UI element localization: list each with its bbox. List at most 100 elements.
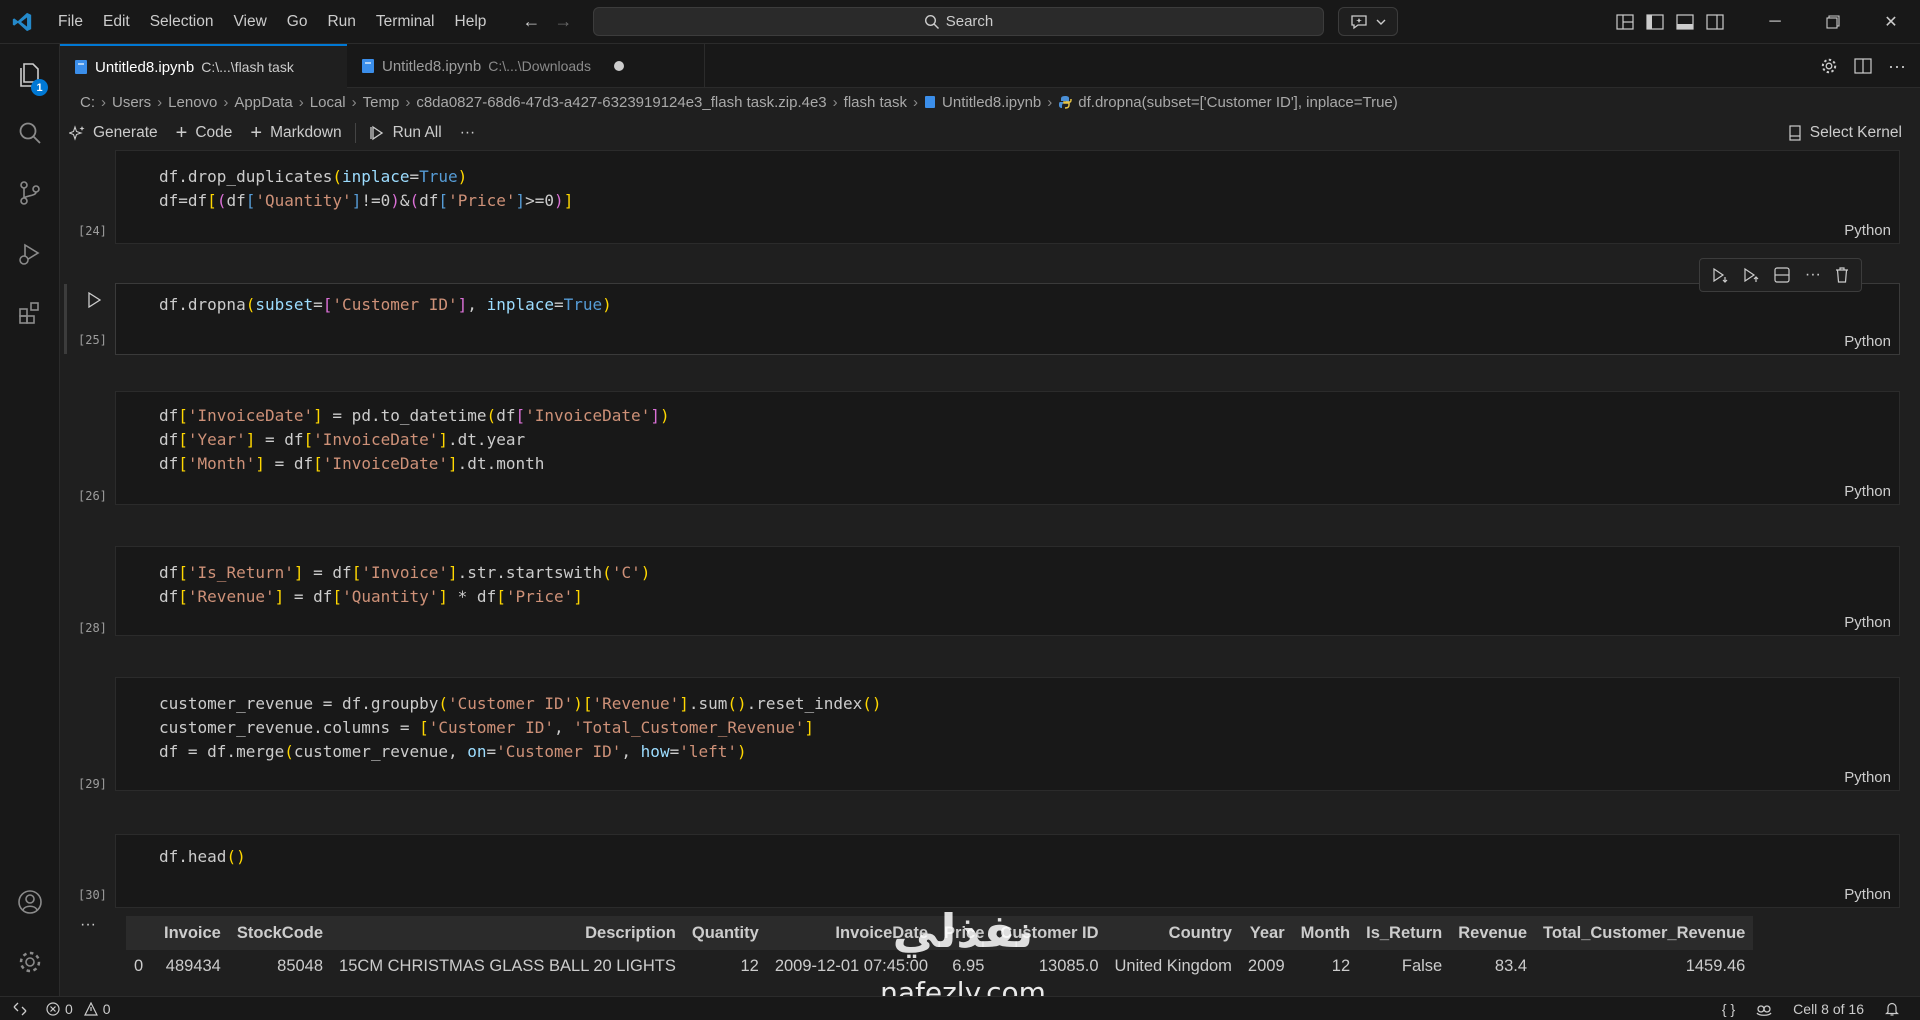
column-header: Year: [1249, 923, 1285, 942]
breadcrumb-item[interactable]: Untitled8.ipynb: [942, 94, 1041, 111]
copilot-status-icon[interactable]: [1755, 1001, 1773, 1017]
split-cell-icon[interactable]: [1773, 266, 1791, 284]
language-braces[interactable]: { }: [1722, 1001, 1735, 1017]
notebook-file-icon: [74, 59, 88, 75]
table-cell: United Kingdom: [1114, 957, 1232, 975]
cell-more-icon[interactable]: ···: [1805, 266, 1821, 284]
vscode-logo-icon: [0, 0, 44, 44]
code-cell[interactable]: df['Is_Return'] = df['Invoice'].str.star…: [115, 546, 1900, 636]
breadcrumb-item[interactable]: Temp: [363, 94, 400, 111]
unsaved-dot-icon[interactable]: [613, 61, 624, 71]
copilot-chat-button[interactable]: [1338, 7, 1398, 36]
menu-go[interactable]: Go: [277, 0, 318, 44]
execute-above-icon[interactable]: [1711, 266, 1729, 284]
breadcrumb-item[interactable]: AppData: [234, 94, 292, 111]
cell-code[interactable]: customer_revenue = df.groupby('Customer …: [159, 692, 882, 764]
customize-layout-icon[interactable]: [1616, 14, 1634, 30]
kernel-flask-icon: [1788, 125, 1802, 141]
cell-position[interactable]: Cell 8 of 16: [1793, 1001, 1864, 1017]
breadcrumb-item[interactable]: Lenovo: [168, 94, 217, 111]
remote-indicator-icon[interactable]: [0, 997, 40, 1020]
cell-language[interactable]: Python: [1844, 222, 1891, 239]
table-header-row: Invoice StockCode Description Quantity I…: [126, 916, 1754, 950]
menu-view[interactable]: View: [223, 0, 276, 44]
chevron-right-icon: ›: [351, 93, 357, 111]
table-cell: 1459.46: [1685, 957, 1746, 975]
cell-code[interactable]: df.dropna(subset=['Customer ID'], inplac…: [159, 293, 612, 317]
cell-language[interactable]: Python: [1844, 614, 1891, 631]
problems-indicator[interactable]: 0 0: [40, 1001, 111, 1017]
run-all-icon: [369, 125, 385, 141]
restore-icon[interactable]: [1804, 0, 1862, 44]
breadcrumb-item[interactable]: c8da0827-68d6-47d3-a427-6323919124e3_fla…: [416, 94, 826, 111]
execute-below-icon[interactable]: [1742, 266, 1760, 284]
menu-terminal[interactable]: Terminal: [366, 0, 445, 44]
code-cell[interactable]: customer_revenue = df.groupby('Customer …: [115, 677, 1900, 791]
breadcrumb-item[interactable]: Users: [112, 94, 151, 111]
cell-language[interactable]: Python: [1844, 769, 1891, 786]
column-header: Is_Return: [1366, 923, 1443, 942]
notebook-file-icon: [361, 58, 375, 74]
search-view-icon[interactable]: [0, 105, 60, 161]
run-and-debug-icon[interactable]: [0, 225, 60, 281]
cell-language[interactable]: Python: [1844, 483, 1891, 500]
command-center-search[interactable]: Search: [593, 7, 1324, 36]
chevron-right-icon: ›: [223, 93, 229, 111]
breadcrumb-item[interactable]: df.dropna(subset=['Customer ID'], inplac…: [1078, 94, 1398, 111]
forward-arrow-icon[interactable]: →: [554, 11, 572, 32]
close-icon[interactable]: ✕: [1862, 0, 1920, 44]
cell-toolbar: ···: [1699, 258, 1862, 292]
add-markdown-cell-button[interactable]: + Markdown: [241, 122, 350, 145]
notebook-settings-gear-icon[interactable]: [1820, 57, 1838, 75]
tab-untitled8-flash-task[interactable]: Untitled8.ipynb C:\...\flash task: [60, 44, 347, 88]
breadcrumb-item[interactable]: flash task: [844, 94, 907, 111]
select-kernel-button[interactable]: Select Kernel: [1788, 118, 1902, 148]
extensions-icon[interactable]: [0, 285, 60, 341]
more-actions-icon[interactable]: ···: [1888, 56, 1906, 77]
error-icon: [46, 1001, 60, 1016]
breadcrumb-item[interactable]: Local: [310, 94, 346, 111]
toggle-secondary-sidebar-icon[interactable]: [1706, 14, 1724, 30]
run-cell-play-icon[interactable]: [84, 290, 104, 310]
split-editor-icon[interactable]: [1854, 57, 1872, 75]
cell-code[interactable]: df.drop_duplicates(inplace=True) df=df[(…: [159, 165, 573, 213]
toggle-panel-icon[interactable]: [1676, 14, 1694, 30]
add-code-cell-button[interactable]: + Code: [167, 122, 242, 145]
minimize-icon[interactable]: ─: [1746, 0, 1804, 44]
table-cell: 13085.0: [1038, 957, 1099, 975]
chevron-right-icon: ›: [101, 93, 106, 111]
output-more-icon[interactable]: ···: [80, 916, 96, 934]
chevron-right-icon: ›: [832, 93, 838, 111]
cell-code[interactable]: df.head(): [159, 845, 246, 869]
menu-edit[interactable]: Edit: [93, 0, 140, 44]
back-arrow-icon[interactable]: ←: [522, 11, 540, 32]
account-icon[interactable]: [0, 874, 60, 930]
code-cell[interactable]: df['InvoiceDate'] = pd.to_datetime(df['I…: [115, 391, 1900, 505]
menu-selection[interactable]: Selection: [140, 0, 224, 44]
warning-icon: [83, 1001, 98, 1016]
cell-language[interactable]: Python: [1844, 333, 1891, 350]
editor-actions: ···: [1820, 44, 1906, 88]
copilot-icon: [1350, 14, 1368, 30]
menu-help[interactable]: Help: [445, 0, 497, 44]
breadcrumb-item[interactable]: C:: [80, 94, 95, 111]
menu-file[interactable]: File: [48, 0, 93, 44]
code-cell[interactable]: df.drop_duplicates(inplace=True) df=df[(…: [115, 150, 1900, 244]
run-all-button[interactable]: Run All: [360, 124, 451, 142]
tab-untitled8-downloads[interactable]: Untitled8.ipynb C:\...\Downloads: [347, 44, 705, 88]
cell-language[interactable]: Python: [1844, 886, 1891, 903]
toolbar-more-button[interactable]: ···: [451, 124, 485, 142]
generate-button[interactable]: Generate: [60, 124, 167, 142]
manage-gear-icon[interactable]: [0, 934, 60, 990]
code-cell[interactable]: df.dropna(subset=['Customer ID'], inplac…: [115, 283, 1900, 355]
notifications-bell-icon[interactable]: [1884, 1001, 1900, 1017]
cell-code[interactable]: df['InvoiceDate'] = pd.to_datetime(df['I…: [159, 404, 670, 476]
markdown-label: Markdown: [270, 124, 342, 141]
menu-run[interactable]: Run: [317, 0, 365, 44]
delete-cell-trash-icon[interactable]: [1834, 266, 1850, 284]
cell-code[interactable]: df['Is_Return'] = df['Invoice'].str.star…: [159, 561, 650, 609]
toggle-primary-sidebar-icon[interactable]: [1646, 14, 1664, 30]
source-control-icon[interactable]: [0, 165, 60, 221]
code-cell[interactable]: df.head() Python: [115, 834, 1900, 908]
explorer-icon[interactable]: 1: [0, 47, 60, 103]
